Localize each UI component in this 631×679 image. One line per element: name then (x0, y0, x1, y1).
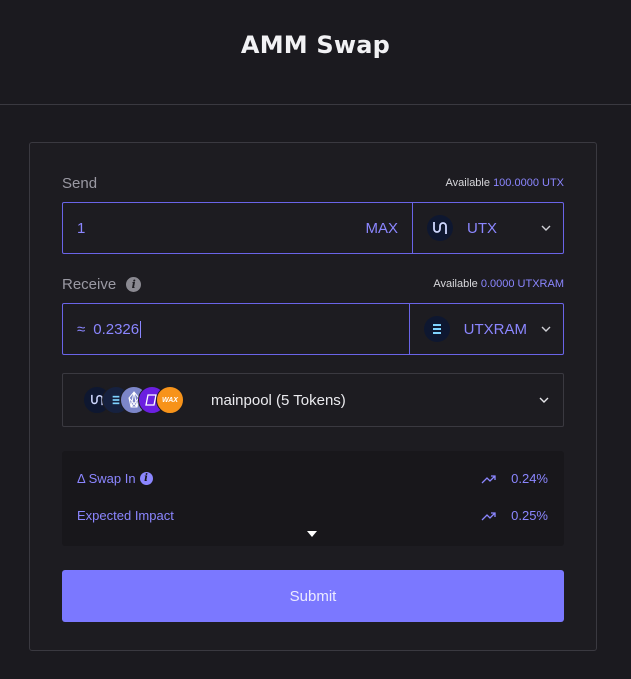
expected-impact-value-group: 0.25% (481, 508, 548, 523)
receive-token-name: UTXRAM (463, 320, 527, 338)
send-token-name: UTX (467, 219, 497, 237)
chevron-down-icon (541, 223, 551, 233)
receive-available-value: 0.0000 UTXRAM (480, 278, 564, 290)
pool-token-icons: WAX (83, 385, 193, 415)
wax-logo-icon: WAX (156, 386, 184, 414)
trend-up-icon (481, 474, 496, 483)
send-available-prefix: Available (445, 177, 490, 189)
expand-caret-icon[interactable] (307, 531, 317, 537)
page-title: AMM Swap (240, 31, 391, 59)
receive-label-row: Receive i Available 0.0000 UTXRAM (62, 274, 564, 294)
approx-symbol: ≈ (77, 320, 86, 338)
send-token-select[interactable]: UTX (413, 203, 563, 253)
send-amount-input[interactable]: 1 MAX (63, 203, 413, 253)
send-label-row: Send Available 100.0000 UTX (62, 173, 564, 193)
swap-in-label: Δ Swap In (77, 471, 136, 486)
receive-label: Receive (62, 275, 117, 293)
receive-available: Available 0.0000 UTXRAM (433, 278, 564, 290)
receive-token-select[interactable]: UTXRAM (410, 304, 563, 354)
chevron-down-icon (541, 324, 551, 334)
receive-amount-input[interactable]: ≈ 0.2326 (63, 304, 410, 354)
expected-impact-value: 0.25% (511, 508, 548, 523)
send-available: Available 100.0000 UTX (446, 177, 564, 189)
receive-label-group: Receive i (62, 275, 142, 293)
swap-in-row: Δ Swap In i 0.24% (77, 471, 548, 486)
page-header: AMM Swap (0, 0, 631, 105)
info-icon[interactable]: i (139, 472, 153, 485)
receive-amount-value: 0.2326 (93, 320, 142, 338)
expected-impact-row: Expected Impact 0.25% (77, 508, 548, 523)
pool-select[interactable]: WAX mainpool (5 Tokens) (62, 373, 564, 427)
send-available-value: 100.0000 UTX (493, 177, 564, 189)
trend-up-icon (481, 511, 496, 520)
expected-impact-label: Expected Impact (77, 508, 174, 523)
max-button[interactable]: MAX (365, 220, 398, 237)
send-amount-value: 1 (77, 219, 86, 237)
chevron-down-icon (539, 395, 549, 405)
submit-button[interactable]: Submit (62, 570, 564, 622)
send-field: 1 MAX UTX (62, 202, 564, 254)
swap-in-label-group: Δ Swap In i (77, 471, 153, 486)
swap-in-value: 0.24% (511, 471, 548, 486)
receive-available-prefix: Available (433, 278, 478, 290)
utx-logo-icon (427, 215, 453, 241)
swap-stats-panel: Δ Swap In i 0.24% Expected Impact 0.25% (62, 451, 564, 546)
pool-name: mainpool (5 Tokens) (211, 391, 346, 409)
send-label: Send (62, 174, 98, 192)
wax-logo-text: WAX (162, 396, 178, 404)
receive-field: ≈ 0.2326 UTXRAM (62, 303, 564, 355)
swap-in-value-group: 0.24% (481, 471, 548, 486)
utxram-logo-icon (423, 316, 450, 342)
info-icon[interactable]: i (126, 276, 142, 292)
